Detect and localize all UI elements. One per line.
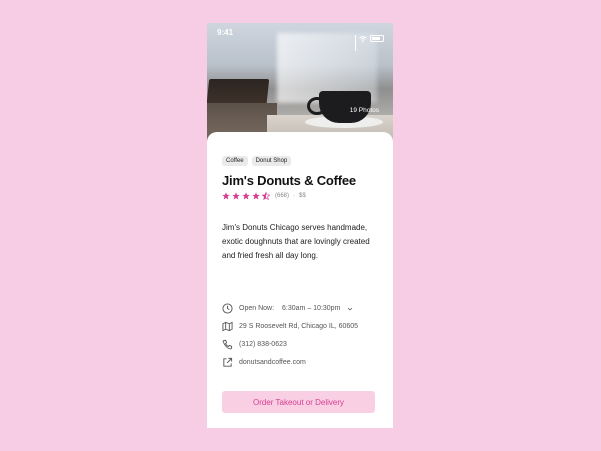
map-icon xyxy=(222,321,233,332)
star-icon xyxy=(252,192,260,200)
phone-icon xyxy=(222,339,233,350)
order-button[interactable]: Order Takeout or Delivery xyxy=(222,391,375,413)
address-row[interactable]: 29 S Roosevelt Rd, Chicago IL, 60605 xyxy=(222,321,358,332)
battery-icon xyxy=(370,34,384,42)
tag-coffee[interactable]: Coffee xyxy=(222,156,248,166)
star-icon xyxy=(242,192,250,200)
clock-icon xyxy=(222,303,233,314)
phone-row[interactable]: (312) 838-0623 xyxy=(222,339,287,350)
hours-row[interactable]: Open Now: 6:30am – 10:30pm xyxy=(222,303,354,314)
signal-icon xyxy=(354,35,356,51)
price-level: $$ xyxy=(299,193,306,199)
hero-photo[interactable]: 9:41 19 Photos xyxy=(207,23,393,143)
status-time: 9:41 xyxy=(217,28,234,37)
website-text: donutsandcoffee.com xyxy=(239,359,306,366)
photos-count[interactable]: 19 Photos xyxy=(350,107,379,114)
website-row[interactable]: donutsandcoffee.com xyxy=(222,357,306,368)
phone-screen: 9:41 19 Photos Coffee Donut Shop Jim's D… xyxy=(207,23,393,428)
address-text: 29 S Roosevelt Rd, Chicago IL, 60605 xyxy=(239,323,359,330)
status-icons xyxy=(354,29,384,51)
wifi-icon xyxy=(359,29,367,47)
place-description: Jim's Donuts Chicago serves handmade, ex… xyxy=(222,223,370,260)
rating-row: (668) · $$ xyxy=(222,192,306,200)
hours-label: Open Now: xyxy=(239,305,275,312)
hours-value: 6:30am – 10:30pm xyxy=(282,305,341,312)
review-count[interactable]: (668) xyxy=(275,193,289,199)
star-icon xyxy=(222,192,230,200)
phone-text: (312) 838-0623 xyxy=(239,341,287,348)
star-icon xyxy=(232,192,240,200)
tag-donut-shop[interactable]: Donut Shop xyxy=(251,156,292,166)
external-link-icon xyxy=(223,357,233,367)
separator-dot: · xyxy=(293,193,296,199)
tag-list: Coffee Donut Shop xyxy=(222,156,292,166)
chevron-down-icon[interactable] xyxy=(346,305,354,313)
place-title: Jim's Donuts & Coffee xyxy=(222,173,356,188)
half-star-icon xyxy=(262,192,270,200)
details-card: Coffee Donut Shop Jim's Donuts & Coffee … xyxy=(207,132,393,428)
